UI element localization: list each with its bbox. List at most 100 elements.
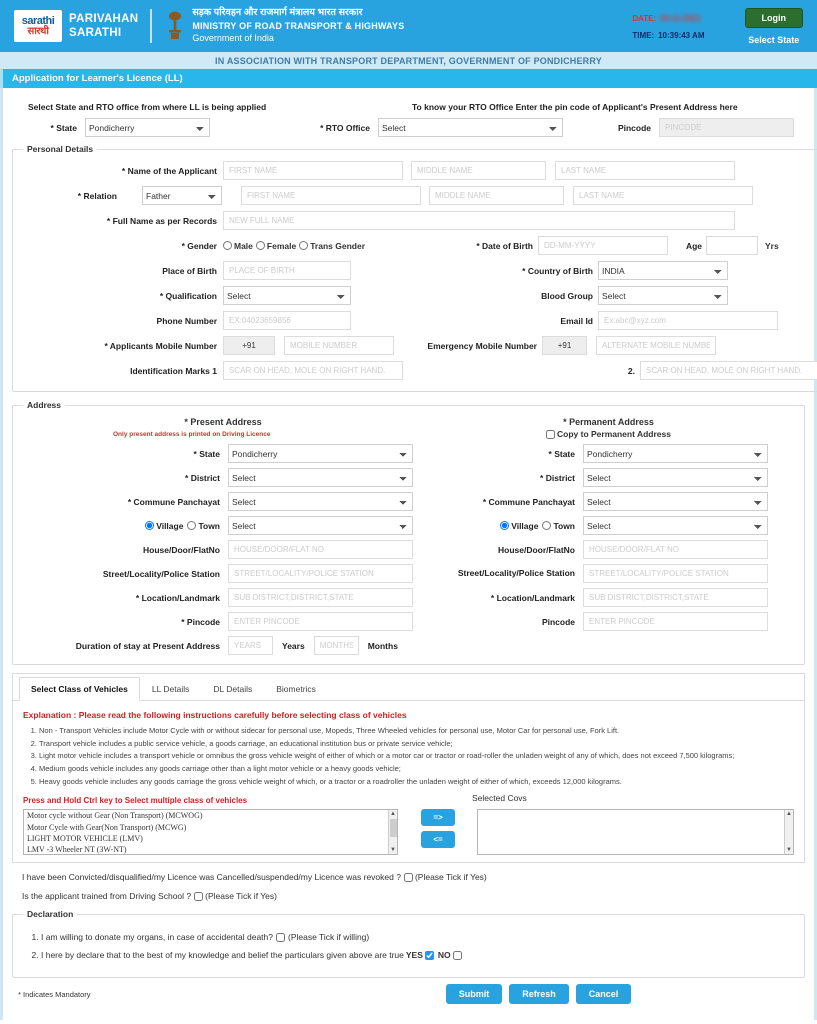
permanent-town-label: Town (553, 520, 575, 531)
copy-to-permanent-checkbox[interactable] (546, 429, 555, 439)
gender-radio-trans[interactable] (299, 241, 309, 250)
cov-option[interactable]: LMV -3 Wheeler NT (3W-NT) (24, 844, 397, 854)
copy-permanent-wrap[interactable]: Copy to Permanent Address (423, 429, 794, 439)
applicant-last-name-input[interactable] (555, 161, 735, 180)
driving-school-checkbox[interactable] (194, 891, 204, 901)
present-district-select[interactable]: Select (228, 468, 413, 487)
declaration-yes-checkbox[interactable] (424, 951, 434, 961)
cov-option[interactable]: Motor cycle without Gear (Non Transport)… (24, 810, 397, 821)
identification-mark1-input[interactable] (223, 361, 403, 380)
gender-option-female[interactable]: Female (255, 241, 296, 251)
permanent-house-input[interactable] (583, 540, 768, 559)
place-of-birth-input[interactable] (223, 261, 351, 280)
phone-number-input[interactable] (223, 311, 351, 330)
present-house-input[interactable] (228, 540, 413, 559)
permanent-street-input[interactable] (583, 564, 768, 583)
gender-radio-female[interactable] (255, 241, 265, 250)
rto-office-select[interactable]: Select (378, 118, 563, 137)
permanent-pincode-input[interactable] (583, 612, 768, 631)
gender-radio-male[interactable] (223, 241, 232, 250)
present-town-radio[interactable] (187, 521, 197, 530)
dob-input[interactable] (538, 236, 668, 255)
qualification-select[interactable]: Select (223, 286, 351, 305)
available-covs-scrollbar[interactable]: ▲ ▼ (388, 810, 397, 855)
relation-middle-name-input[interactable] (429, 186, 564, 205)
age-input[interactable] (706, 236, 758, 255)
mandatory-note: * Indicates Mandatory (18, 989, 91, 999)
rto-pincode-input[interactable] (659, 118, 794, 137)
present-street-input[interactable] (228, 564, 413, 583)
duration-years-input[interactable] (228, 636, 273, 655)
present-state-select[interactable]: Pondicherry (228, 444, 413, 463)
permanent-location-input[interactable] (583, 588, 768, 607)
applicant-first-name-input[interactable] (223, 161, 403, 180)
tab-biometrics[interactable]: Biometrics (264, 677, 328, 700)
gender-option-trans[interactable]: Trans Gender (299, 241, 365, 251)
declaration-truth-text: I here by declare that to the best of my… (41, 950, 404, 961)
applicant-mobile-input[interactable] (284, 336, 394, 355)
available-covs-list[interactable]: Motor cycle without Gear (Non Transport)… (23, 809, 398, 856)
cov-option[interactable]: LIGHT MOTOR VEHICLE (LMV) (24, 833, 397, 844)
present-village-town-group[interactable]: Village Town (23, 521, 228, 531)
login-button[interactable]: Login (744, 7, 803, 28)
scroll-down-icon[interactable]: ▼ (389, 846, 397, 854)
remove-cov-button[interactable]: <= (421, 831, 455, 849)
relation-select[interactable]: Father (142, 186, 222, 205)
present-location-input[interactable] (228, 588, 413, 607)
cancel-button[interactable]: Cancel (575, 984, 632, 1005)
present-village-radio[interactable] (145, 521, 155, 530)
conviction-checkbox[interactable] (403, 872, 413, 882)
sarathi-logo-line1: sarathi (21, 14, 55, 27)
time-value: 10:39:43 AM (658, 31, 705, 40)
declaration-organs-wrap: I am willing to donate my organs, in cas… (41, 932, 369, 943)
relation-first-name-input[interactable] (241, 186, 421, 205)
state-select[interactable]: Pondicherry (85, 118, 210, 137)
permanent-village-town-group[interactable]: Village Town (438, 521, 583, 531)
permanent-district-select[interactable]: Select (583, 468, 768, 487)
selected-covs-list[interactable]: ▲ ▼ (477, 809, 794, 856)
address-section: Address * Present Address * Permanent Ad… (12, 400, 805, 665)
gender-option-male[interactable]: Male (223, 241, 253, 251)
present-address-note: Only present address is printed on Drivi… (113, 430, 271, 438)
present-pincode-input[interactable] (228, 612, 413, 631)
permanent-commune-select[interactable]: Select (583, 492, 768, 511)
selected-covs-scrollbar[interactable]: ▲ ▼ (784, 810, 793, 855)
tab-dl-details[interactable]: DL Details (201, 677, 264, 700)
address-house-row: House/Door/FlatNo House/Door/Flat No (23, 540, 794, 559)
full-name-input[interactable] (223, 211, 735, 230)
scroll-up-icon[interactable]: ▲ (389, 810, 397, 818)
email-input[interactable] (598, 311, 778, 330)
blood-group-select[interactable]: Select (598, 286, 728, 305)
add-cov-button[interactable]: => (421, 809, 455, 827)
declaration-no-checkbox[interactable] (452, 951, 462, 961)
present-village-select[interactable]: Select (228, 516, 413, 535)
tab-ll-details[interactable]: LL Details (140, 677, 201, 700)
submit-button[interactable]: Submit (445, 984, 503, 1005)
permanent-state-select[interactable]: Pondicherry (583, 444, 768, 463)
address-legend: Address (27, 400, 62, 410)
intro-right-text: To know your RTO Office Enter the pin co… (412, 102, 738, 112)
select-state-link[interactable]: Select State (745, 35, 804, 45)
permanent-town-radio[interactable] (542, 521, 552, 530)
cov-option[interactable]: Motor Cycle with Gear(Non Transport) (MC… (24, 822, 397, 833)
date-time-block: DATE: 05-11-2021 TIME: 10:39:43 AM (632, 12, 704, 40)
refresh-button[interactable]: Refresh (509, 984, 569, 1005)
organ-donation-checkbox[interactable] (276, 933, 285, 943)
gender-radio-group[interactable]: Male Female Trans Gender (223, 241, 438, 251)
time-row: TIME: 10:39:43 AM (632, 32, 704, 40)
relation-last-name-input[interactable] (573, 186, 753, 205)
duration-months-input[interactable] (313, 636, 359, 655)
selected-scroll-down-icon[interactable]: ▼ (785, 846, 793, 854)
declaration-item-truth: I here by declare that to the best of my… (41, 950, 794, 961)
applicant-middle-name-input[interactable] (411, 161, 546, 180)
pincode-label: Pincode (617, 122, 651, 133)
emergency-mobile-input[interactable] (596, 336, 716, 355)
identification-mark2-input[interactable] (640, 361, 817, 380)
tab-select-class-of-vehicles[interactable]: Select Class of Vehicles (19, 677, 140, 701)
permanent-village-select[interactable]: Select (583, 516, 768, 535)
scroll-thumb[interactable] (390, 819, 397, 838)
present-commune-select[interactable]: Select (228, 492, 413, 511)
permanent-village-radio[interactable] (500, 521, 510, 530)
country-of-birth-select[interactable]: INDIA (598, 261, 728, 280)
selected-scroll-up-icon[interactable]: ▲ (785, 810, 793, 818)
